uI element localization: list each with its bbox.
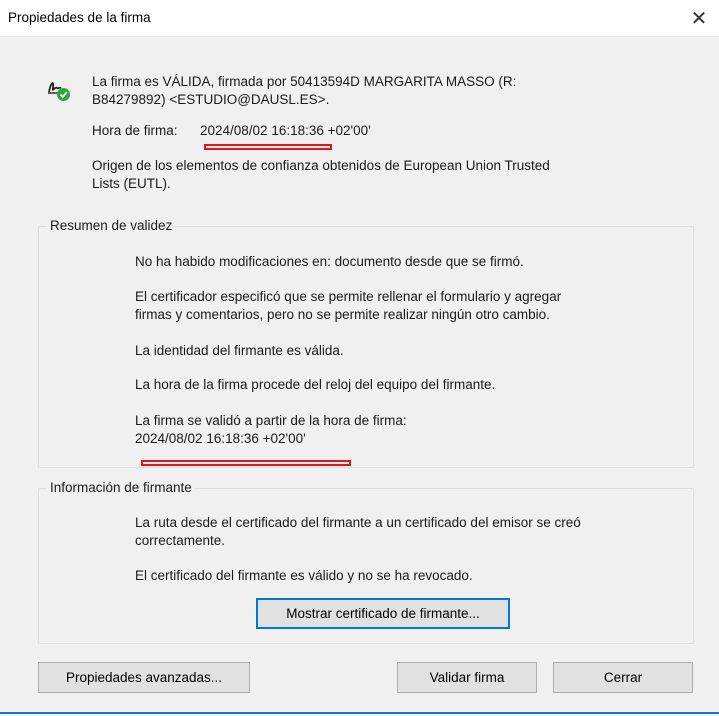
advanced-properties-button[interactable]: Propiedades avanzadas... [38, 662, 250, 693]
validate-signature-button[interactable]: Validar firma [397, 662, 537, 693]
validity-item: La firma se validó a partir de la hora d… [135, 413, 407, 428]
validity-item: firmas y comentarios, pero no se permite… [135, 307, 550, 322]
close-button[interactable]: Cerrar [553, 662, 693, 693]
validity-summary-label: Resumen de validez [47, 218, 176, 233]
highlight-underline [141, 460, 351, 466]
validity-item: La hora de la firma procede del reloj de… [135, 377, 496, 392]
signer-info-item: El certificado del firmante es válido y … [135, 568, 473, 583]
window-bottom-border [0, 712, 719, 714]
signer-info-item: correctamente. [135, 533, 226, 548]
signature-status-line-2: B84279892) <ESTUDIO@DAUSL.ES>. [92, 92, 330, 107]
signer-info-item: La ruta desde el certificado del firmant… [135, 515, 581, 530]
trust-source-line-2: Lists (EUTL). [92, 176, 171, 191]
signing-time-value: 2024/08/02 16:18:36 +02'00' [200, 123, 371, 138]
highlight-underline [204, 144, 332, 150]
validity-item: No ha habido modificaciones en: document… [135, 254, 524, 269]
close-icon[interactable]: ✕ [679, 0, 719, 36]
trust-source-line-1: Origen de los elementos de confianza obt… [92, 158, 550, 173]
signature-status-line-1: La firma es VÁLIDA, firmada por 50413594… [92, 74, 517, 89]
signature-valid-icon [48, 82, 70, 101]
signer-info-label: Información de firmante [47, 480, 195, 495]
validity-item: El certificador especificó que se permit… [135, 289, 562, 304]
signing-time-label: Hora de firma: [92, 123, 178, 138]
show-signer-certificate-button[interactable]: Mostrar certificado de firmante... [256, 598, 510, 629]
window-title: Propiedades de la firma [8, 10, 151, 25]
validity-item-time: 2024/08/02 16:18:36 +02'00' [135, 431, 306, 446]
title-bar: Propiedades de la firma ✕ [0, 0, 719, 37]
validity-item: La identidad del firmante es válida. [135, 343, 344, 358]
